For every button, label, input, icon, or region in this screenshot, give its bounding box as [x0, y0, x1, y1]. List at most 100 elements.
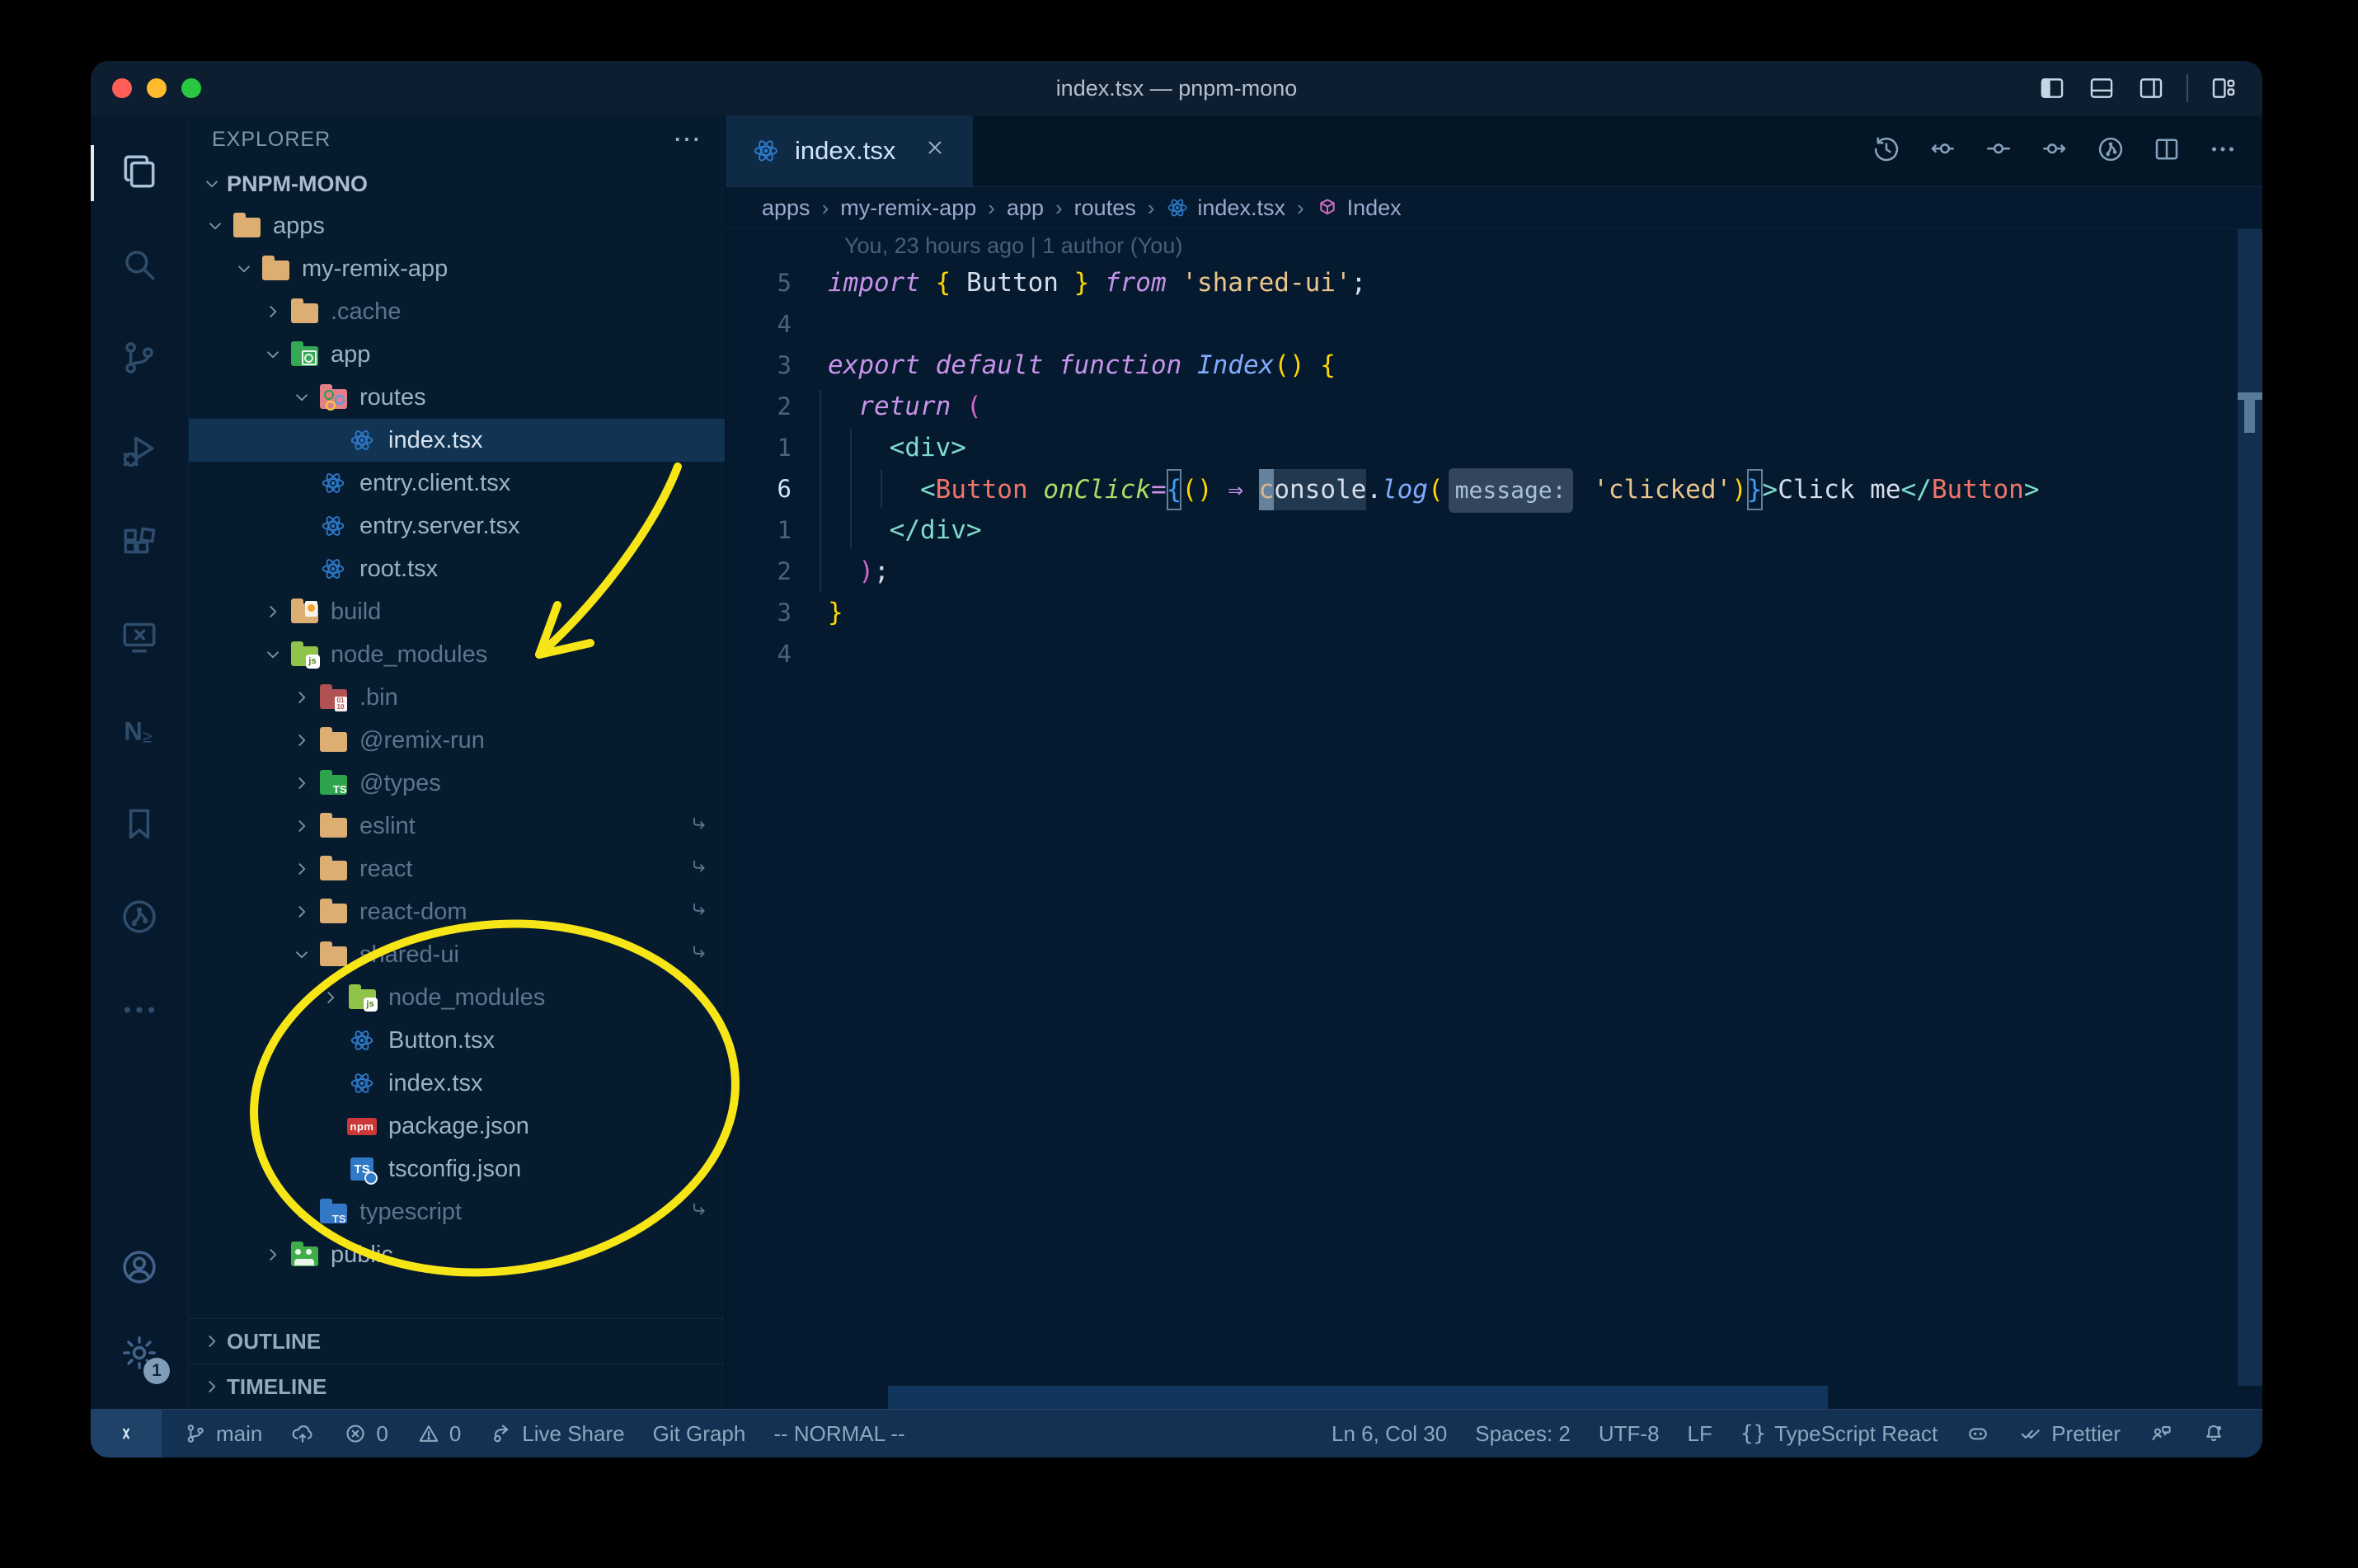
tree-item-typescript[interactable]: TS typescript	[189, 1190, 725, 1233]
status-copilot[interactable]	[1966, 1421, 1990, 1446]
code-line-6[interactable]: 6 <Button onClick={() ⇒ console.log(mess…	[726, 468, 2238, 513]
horizontal-scrollbar[interactable]	[888, 1386, 1828, 1409]
activity-bookmarks[interactable]	[91, 779, 188, 872]
editor-action-next-change[interactable]	[2040, 134, 2069, 168]
tree-item-Button.tsx[interactable]: Button.tsx	[189, 1019, 725, 1062]
layout-sidebar-right-icon[interactable]	[2137, 74, 2165, 102]
status-encoding[interactable]: UTF-8	[1599, 1421, 1660, 1447]
breadcrumb-index.tsx[interactable]: index.tsx	[1166, 195, 1285, 221]
activity-remote-explorer[interactable]	[91, 593, 188, 686]
status-prettier[interactable]: Prettier	[2018, 1421, 2121, 1447]
outline-section-header[interactable]: OUTLINE	[189, 1318, 725, 1364]
activity-extensions[interactable]	[91, 500, 188, 593]
tree-item-tsconfig.json[interactable]: TS tsconfig.json	[189, 1148, 725, 1190]
close-tab-icon[interactable]	[923, 136, 946, 166]
activity-nx-console[interactable]: N ≥	[91, 686, 188, 779]
activity-run-debug[interactable]	[91, 406, 188, 500]
code-token: <div>	[889, 433, 966, 462]
close-window-button[interactable]	[112, 78, 132, 98]
status-publish[interactable]	[290, 1421, 315, 1446]
tree-item-eslint[interactable]: eslint	[189, 805, 725, 847]
tree-item-react[interactable]: react	[189, 847, 725, 890]
tab-index-tsx[interactable]: index.tsx	[726, 115, 974, 186]
status-language-mode[interactable]: {} TypeScript React	[1740, 1421, 1938, 1447]
editor-action-prev-change[interactable]	[1928, 134, 1957, 168]
activity-settings[interactable]: 1	[91, 1312, 188, 1397]
tree-item-@types[interactable]: TS @types	[189, 762, 725, 805]
activity-search[interactable]	[91, 220, 188, 313]
tree-item-root.tsx[interactable]: root.tsx	[189, 547, 725, 590]
status-notifications[interactable]	[2201, 1421, 2226, 1446]
tree-item-routes[interactable]: routes	[189, 376, 725, 419]
status-remote[interactable]	[91, 1410, 162, 1458]
layout-sidebar-left-icon[interactable]	[2038, 74, 2066, 102]
tree-item-.bin[interactable]: 01 10 .bin	[189, 676, 725, 719]
vertical-scrollbar[interactable]	[2238, 229, 2262, 1386]
tree-item-.cache[interactable]: .cache	[189, 290, 725, 333]
status-live-share[interactable]: Live Share	[489, 1421, 625, 1447]
breadcrumb-apps[interactable]: apps	[762, 195, 810, 221]
title-bar[interactable]: index.tsx — pnpm-mono	[91, 61, 2262, 115]
status-label: 0	[376, 1420, 388, 1446]
activity-explorer[interactable]	[91, 127, 188, 220]
status-feedback[interactable]	[2149, 1421, 2173, 1446]
activity-account[interactable]	[91, 1226, 188, 1312]
editor-action-gitlens[interactable]	[2096, 134, 2125, 168]
tree-item-entry.server.tsx[interactable]: entry.server.tsx	[189, 505, 725, 547]
tree-item-public[interactable]: public	[189, 1233, 725, 1276]
folder-public-icon	[288, 1240, 321, 1270]
tree-item-build[interactable]: build	[189, 590, 725, 633]
editor-action-current-change[interactable]	[1984, 134, 2013, 168]
indent-guide	[881, 470, 882, 508]
timeline-section-header[interactable]: TIMELINE	[189, 1364, 725, 1409]
code-line-4[interactable]: 4	[726, 633, 2238, 674]
tree-item-label: react	[359, 855, 413, 882]
explorer-more-actions-button[interactable]: ⋯	[673, 123, 702, 156]
status-vim-mode[interactable]: -- NORMAL --	[773, 1421, 904, 1447]
tree-item-index.tsx[interactable]: index.tsx	[189, 1062, 725, 1105]
status-git-branch[interactable]: main	[183, 1421, 262, 1447]
code-line-2[interactable]: 2 return (	[726, 386, 2238, 427]
code-line-4[interactable]: 4	[726, 303, 2238, 345]
tree-item-react-dom[interactable]: react-dom	[189, 890, 725, 933]
activity-more-views[interactable]	[91, 965, 188, 1059]
breadcrumb-app[interactable]: app	[1007, 195, 1044, 221]
tree-item-@remix-run[interactable]: @remix-run	[189, 719, 725, 762]
chevron-placeholder	[287, 511, 317, 541]
tree-item-package.json[interactable]: npm package.json	[189, 1105, 725, 1148]
code-editor[interactable]: You, 23 hours ago | 1 author (You) 5 impo…	[726, 229, 2238, 1409]
minimize-window-button[interactable]	[147, 78, 167, 98]
breadcrumb-my-remix-app[interactable]: my-remix-app	[840, 195, 976, 221]
breadcrumb-routes[interactable]: routes	[1074, 195, 1136, 221]
tree-item-shared-ui[interactable]: shared-ui	[189, 933, 725, 976]
code-line-5[interactable]: 5 import { Button } from 'shared-ui';	[726, 262, 2238, 303]
editor-action-more[interactable]	[2208, 134, 2238, 168]
activity-source-control[interactable]	[91, 313, 188, 406]
editor-action-split-editor[interactable]	[2152, 134, 2182, 168]
code-line-2[interactable]: 2 );	[726, 551, 2238, 592]
code-line-3[interactable]: 3}	[726, 592, 2238, 633]
breadcrumb-Index[interactable]: Index	[1316, 195, 1402, 221]
tree-item-app[interactable]: app	[189, 333, 725, 376]
status-errors[interactable]: 0	[343, 1421, 388, 1447]
status-cursor-position[interactable]: Ln 6, Col 30	[1332, 1421, 1447, 1447]
maximize-window-button[interactable]	[181, 78, 201, 98]
tree-item-apps[interactable]: apps	[189, 204, 725, 247]
tree-item-node-modules[interactable]: js node_modules	[189, 976, 725, 1019]
workspace-section-header[interactable]: PNPM-MONO	[189, 163, 725, 204]
status-warnings[interactable]: 0	[416, 1421, 461, 1447]
layout-customize-icon[interactable]	[2210, 74, 2238, 102]
activity-git-graph[interactable]	[91, 872, 188, 965]
status-git-graph[interactable]: Git Graph	[653, 1421, 746, 1447]
code-line-3[interactable]: 3 export default function Index() {	[726, 345, 2238, 386]
tree-item-index.tsx[interactable]: index.tsx	[189, 419, 725, 462]
tree-item-entry.client.tsx[interactable]: entry.client.tsx	[189, 462, 725, 505]
tree-item-my-remix-app[interactable]: my-remix-app	[189, 247, 725, 290]
tree-item-node-modules[interactable]: js node_modules	[189, 633, 725, 676]
status-eol[interactable]: LF	[1688, 1421, 1712, 1447]
code-line-1[interactable]: 1 <div>	[726, 427, 2238, 468]
code-line-1[interactable]: 1 </div>	[726, 509, 2238, 551]
editor-action-history[interactable]	[1872, 134, 1901, 168]
layout-panel-bottom-icon[interactable]	[2088, 74, 2116, 102]
status-indentation[interactable]: Spaces: 2	[1475, 1421, 1571, 1447]
